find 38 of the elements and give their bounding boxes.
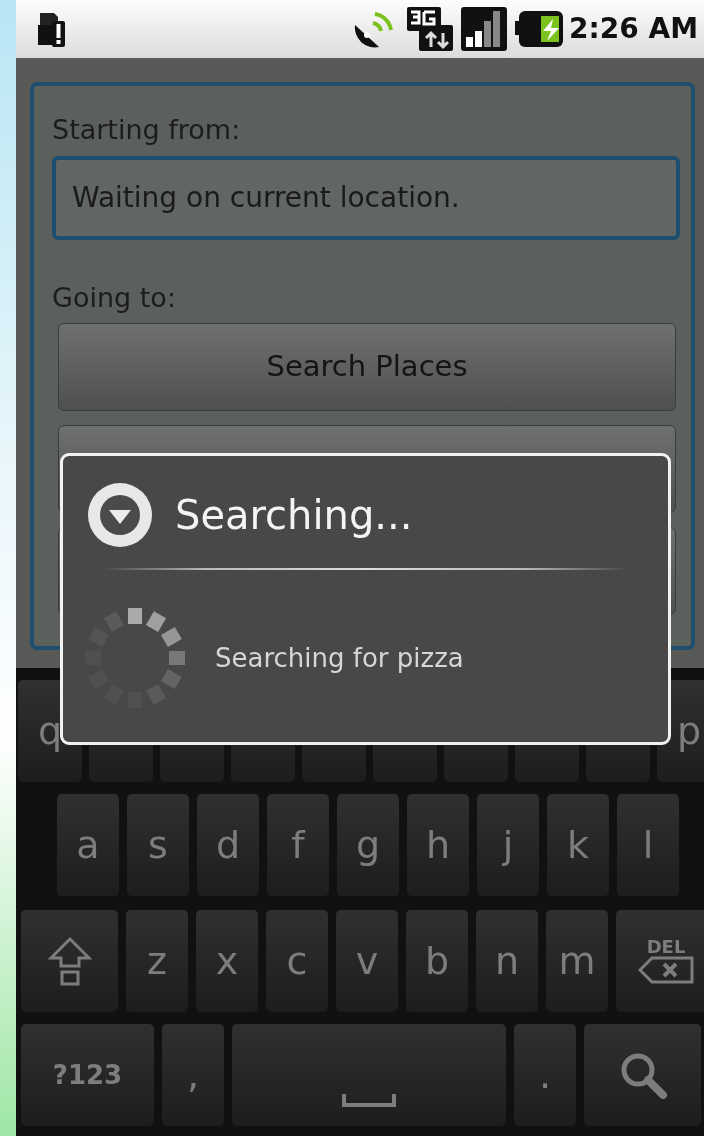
keyboard-key[interactable]: j bbox=[477, 794, 539, 896]
keyboard-key[interactable]: z bbox=[126, 910, 188, 1012]
keyboard-key[interactable]: l bbox=[617, 794, 679, 896]
delete-key[interactable]: DEL bbox=[616, 910, 704, 1012]
keyboard-key[interactable]: h bbox=[407, 794, 469, 896]
keyboard-key[interactable]: n bbox=[476, 910, 538, 1012]
symbols-key[interactable]: ?123 bbox=[21, 1024, 154, 1126]
keyboard-key[interactable]: f bbox=[267, 794, 329, 896]
dialog-message: Searching for pizza bbox=[215, 641, 464, 675]
field-label: Starting from: bbox=[52, 113, 242, 147]
keyboard-key[interactable]: g bbox=[337, 794, 399, 896]
dialog-title: Searching... bbox=[175, 491, 413, 540]
dropdown-circle-icon bbox=[87, 482, 153, 548]
keyboard-key[interactable]: s bbox=[127, 794, 189, 896]
input-field[interactable]: Waiting on current location. bbox=[52, 156, 680, 240]
keyboard-key[interactable]: v bbox=[336, 910, 398, 1012]
keyboard-key[interactable]: d bbox=[197, 794, 259, 896]
search-key[interactable] bbox=[584, 1024, 701, 1126]
keyboard-key[interactable]: x bbox=[196, 910, 258, 1012]
signal-icon bbox=[461, 7, 508, 51]
status-time: 2:26 AM bbox=[569, 11, 698, 47]
3g-data-icon bbox=[407, 7, 454, 51]
keyboard-key[interactable]: . bbox=[514, 1024, 576, 1126]
field-label: Going to: bbox=[52, 281, 177, 315]
keyboard-key[interactable]: k bbox=[547, 794, 609, 896]
battery-charging-icon bbox=[515, 11, 564, 47]
keyboard-key[interactable]: , bbox=[162, 1024, 224, 1126]
backspace-icon bbox=[638, 956, 694, 984]
shift-icon bbox=[47, 936, 92, 986]
keyboard-key[interactable]: c bbox=[266, 910, 328, 1012]
form-button[interactable]: Search Places bbox=[58, 323, 676, 411]
keyboard-key[interactable]: m bbox=[546, 910, 608, 1012]
spinner-icon bbox=[83, 606, 187, 710]
shift-key[interactable] bbox=[21, 910, 118, 1012]
space-icon bbox=[342, 1092, 396, 1108]
keyboard-key[interactable]: a bbox=[57, 794, 119, 896]
sd-card-warning-icon bbox=[36, 11, 66, 47]
keyboard-key[interactable]: b bbox=[406, 910, 468, 1012]
